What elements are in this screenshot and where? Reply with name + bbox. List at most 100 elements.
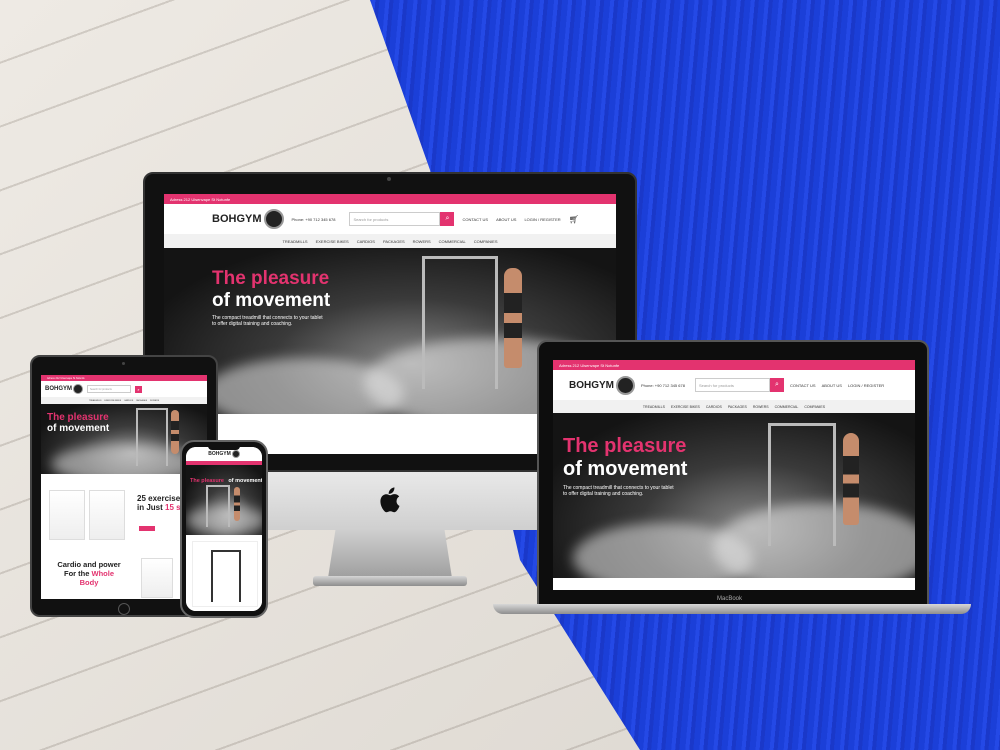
laptop-model-label: MacBook bbox=[717, 596, 743, 602]
search-button[interactable]: ⌕ bbox=[769, 378, 784, 392]
nav-rowers[interactable]: ROWERS bbox=[413, 239, 431, 244]
contact-us-link[interactable]: CONTACT US bbox=[462, 217, 488, 222]
promo-button[interactable] bbox=[139, 526, 155, 531]
cart-icon[interactable]: 🛒︎ bbox=[569, 215, 579, 224]
hero-title-line2: of movement bbox=[228, 478, 262, 484]
main-nav: TREADMILLS EXERCISE BIKES CARDIOS PACKAG… bbox=[164, 234, 616, 248]
gym-machine-image bbox=[206, 485, 230, 527]
hero-banner: The pleasure of movement bbox=[186, 465, 262, 535]
search-button[interactable]: ⌕ bbox=[135, 385, 142, 393]
search-placeholder: Search for products bbox=[90, 387, 112, 391]
product-thumb[interactable] bbox=[192, 541, 258, 607]
model-image bbox=[843, 433, 859, 525]
logo-mascot-icon bbox=[231, 450, 240, 458]
topbar: Adress 212 Ulsenvape St Notunfe bbox=[164, 194, 616, 204]
gym-machine-image bbox=[211, 550, 241, 602]
search-placeholder: Search for products bbox=[698, 382, 734, 388]
hero-title-line2: of movement bbox=[47, 423, 110, 434]
nav-rowers[interactable]: ROWERS bbox=[753, 405, 769, 409]
hero-subtitle-2: to offer digital training and coaching. bbox=[563, 491, 644, 497]
hero-banner: The pleasure of movement The compact tre… bbox=[553, 413, 915, 578]
search-button[interactable]: ⌕ bbox=[440, 212, 455, 226]
model-image bbox=[234, 487, 240, 521]
search-input[interactable]: Search for products bbox=[87, 385, 131, 393]
site-logo[interactable]: BOHGYM bbox=[208, 450, 240, 458]
nav-exercise-bikes[interactable]: EXERCISE BIKES bbox=[671, 405, 700, 409]
phone-screen: BOHGYM The pleasure of movement bbox=[186, 447, 262, 611]
promo-title-1: 25 exercises bbox=[137, 494, 185, 503]
tablet-home-button[interactable] bbox=[118, 603, 130, 615]
imac-stand-neck bbox=[328, 530, 452, 578]
site-header: BOHGYM Phone: +90 712 345 678 Search for… bbox=[164, 204, 616, 234]
nav-treadmills[interactable]: TREADMILLS bbox=[89, 400, 102, 402]
hero-title-line2: of movement bbox=[563, 458, 688, 480]
apple-icon bbox=[377, 486, 401, 514]
hero-title-line1: The pleasure bbox=[563, 435, 687, 457]
logo-text: BOHGYM bbox=[569, 379, 614, 391]
nav-companies[interactable]: COMPANIES bbox=[474, 239, 498, 244]
laptop-base bbox=[493, 604, 971, 614]
phone-text: Phone: +90 712 345 678 bbox=[641, 382, 685, 388]
nav-rowers[interactable]: ROWERS bbox=[150, 400, 159, 402]
site-header: BOHGYM Search for products ⌕ bbox=[41, 381, 207, 397]
nav-cardios[interactable]: CARDIOS bbox=[124, 400, 133, 402]
gym-machine-image bbox=[422, 256, 498, 389]
logo-text: BOHGYM bbox=[45, 386, 72, 392]
search-input[interactable]: Search for products bbox=[349, 212, 441, 226]
laptop-screen: Adress 212 Ulsenvape St Notunfe BOHGYM P… bbox=[553, 360, 915, 590]
nav-companies[interactable]: COMPANIES bbox=[804, 405, 825, 409]
promo-text-2b: For the bbox=[63, 569, 90, 578]
nav-cardios[interactable]: CARDIOS bbox=[706, 405, 722, 409]
imac-stand-base bbox=[313, 576, 467, 586]
gym-machine-image bbox=[768, 423, 836, 546]
logo-mascot-icon bbox=[616, 375, 635, 395]
topbar: Adress 212 Ulsenvape St Notunfe bbox=[553, 360, 915, 370]
model-image bbox=[171, 410, 179, 454]
nav-exercise-bikes[interactable]: EXERCISE BIKES bbox=[316, 239, 349, 244]
logo-text: BOHGYM bbox=[208, 451, 231, 457]
login-register-link[interactable]: LOGIN / REGISTER bbox=[848, 383, 884, 388]
hero-title-line1: The pleasure bbox=[212, 268, 330, 289]
phone-text: Phone: +90 712 345 678 bbox=[291, 216, 336, 222]
laptop: MacBook Adress 212 Ulsenvape St Notunfe … bbox=[493, 340, 971, 616]
site-logo[interactable]: BOHGYM bbox=[212, 209, 284, 229]
login-register-link[interactable]: LOGIN / REGISTER bbox=[524, 217, 560, 222]
product-thumb-3[interactable] bbox=[141, 558, 173, 598]
nav-packages[interactable]: PACKAGES bbox=[383, 239, 405, 244]
promo-highlight-2: Whole bbox=[91, 569, 115, 578]
logo-text: BOHGYM bbox=[212, 213, 262, 225]
hero-title-line1: The pleasure bbox=[190, 478, 224, 484]
nav-treadmills[interactable]: TREADMILLS bbox=[643, 405, 665, 409]
nav-exercise-bikes[interactable]: EXERCISE BIKES bbox=[105, 400, 122, 402]
site-logo[interactable]: BOHGYM bbox=[569, 375, 635, 395]
nav-packages[interactable]: PACKAGES bbox=[728, 405, 747, 409]
nav-treadmills[interactable]: TREADMILLS bbox=[282, 239, 307, 244]
contact-us-link[interactable]: CONTACT US bbox=[790, 383, 816, 388]
address-text: Adress 212 Ulsenvape St Notunfe bbox=[170, 196, 231, 202]
imac-camera bbox=[387, 177, 391, 181]
nav-cardios[interactable]: CARDIOS bbox=[357, 239, 375, 244]
hero-title-line2: of movement bbox=[212, 290, 331, 311]
logo-mascot-icon bbox=[263, 209, 284, 229]
search-placeholder: Search for products bbox=[353, 216, 389, 222]
tablet-camera bbox=[122, 362, 125, 365]
phone-notch bbox=[208, 445, 240, 450]
promo-title-2: Cardio and power bbox=[57, 560, 121, 569]
hero-subtitle-2: to offer digital training and coaching. bbox=[212, 321, 293, 327]
product-thumb-2[interactable] bbox=[89, 490, 125, 540]
nav-packages[interactable]: PACKAGES bbox=[136, 400, 147, 402]
gym-machine-image bbox=[136, 408, 168, 466]
nav-commercial[interactable]: COMMERCIAL bbox=[439, 239, 466, 244]
promo-highlight-2b: Body bbox=[79, 578, 99, 587]
hero-title-line1: The pleasure bbox=[47, 412, 109, 423]
site-header: BOHGYM Phone: +90 712 345 678 Search for… bbox=[553, 370, 915, 400]
product-thumb-1[interactable] bbox=[49, 490, 85, 540]
about-us-link[interactable]: ABOUT US bbox=[822, 383, 842, 388]
search-input[interactable]: Search for products bbox=[694, 378, 770, 392]
nav-commercial[interactable]: COMMERCIAL bbox=[775, 405, 799, 409]
product-section bbox=[186, 535, 262, 611]
about-us-link[interactable]: ABOUT US bbox=[496, 217, 516, 222]
site-logo[interactable]: BOHGYM bbox=[45, 384, 83, 394]
main-nav: TREADMILLS EXERCISE BIKES CARDIOS PACKAG… bbox=[553, 400, 915, 413]
phone: BOHGYM The pleasure of movement bbox=[180, 440, 268, 618]
